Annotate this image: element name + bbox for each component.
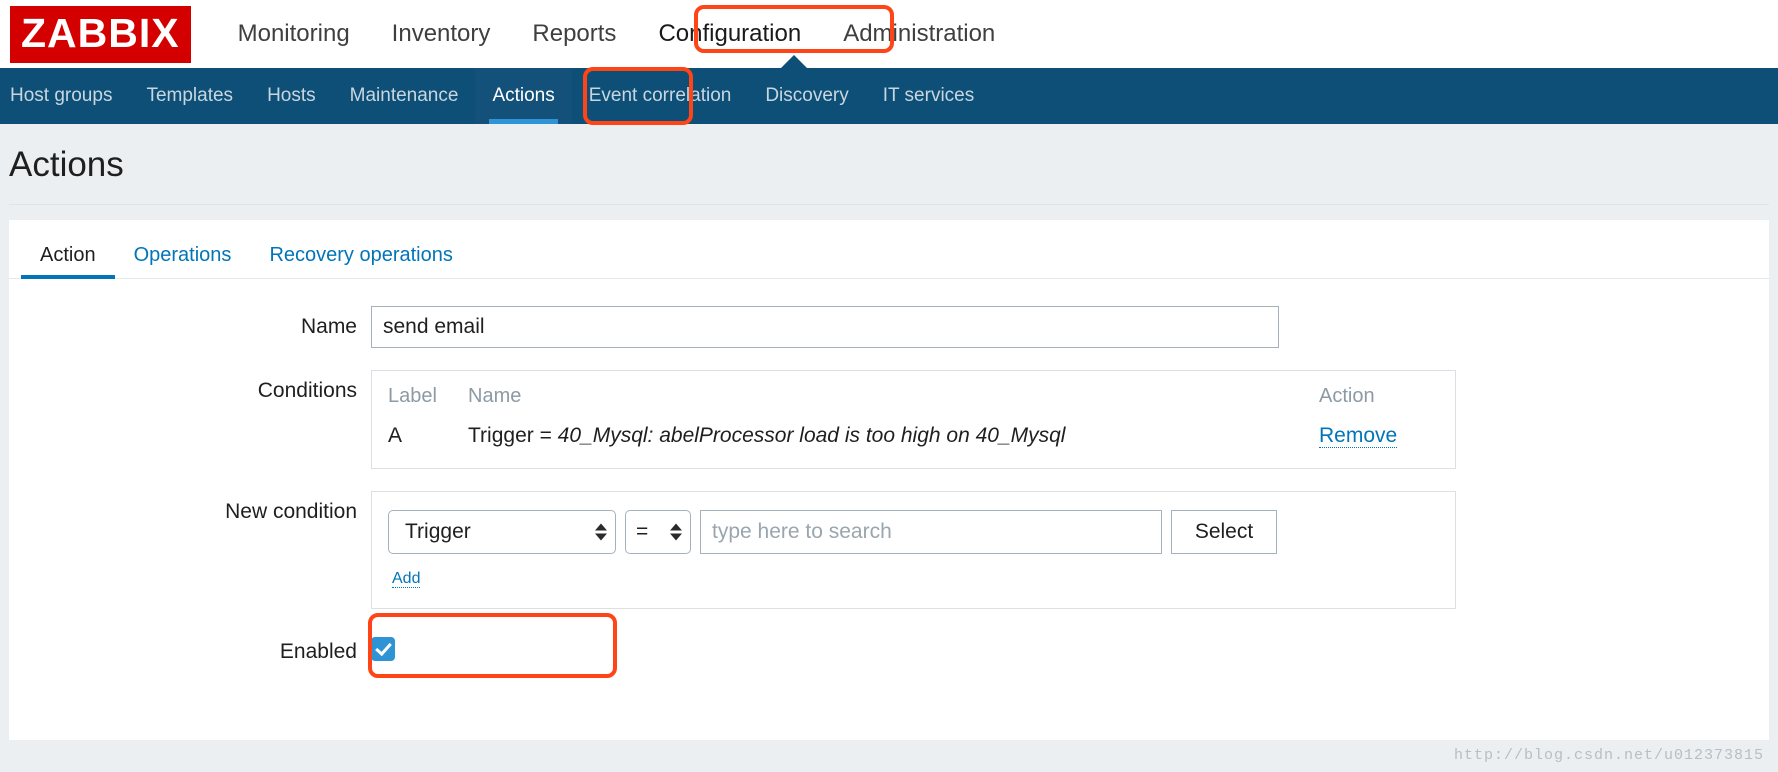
condition-label-cell: A: [388, 423, 403, 447]
subnav-item-hosts[interactable]: Hosts: [250, 68, 333, 124]
name-input[interactable]: [371, 305, 1279, 348]
subnav-item-templates[interactable]: Templates: [129, 68, 250, 124]
action-form: Name Conditions Label Name Action: [9, 279, 1769, 664]
nav-item-monitoring[interactable]: Monitoring: [217, 0, 371, 68]
zabbix-logo[interactable]: ZABBIX: [10, 5, 191, 63]
page-title: Actions: [9, 145, 124, 184]
top-header: ZABBIX Monitoring Inventory Reports Conf…: [0, 0, 1778, 68]
nav-item-inventory[interactable]: Inventory: [371, 0, 512, 68]
table-row: A Trigger = 40_Mysql: abelProcessor load…: [388, 420, 1439, 454]
condition-action-cell: Remove: [1319, 420, 1439, 454]
enabled-label: Enabled: [279, 639, 357, 663]
conditions-header-action: Action: [1319, 384, 1375, 407]
subnav-item-discovery[interactable]: Discovery: [748, 68, 865, 124]
tab-operations[interactable]: Operations: [115, 238, 251, 278]
subnav-item-maintenance[interactable]: Maintenance: [333, 68, 476, 124]
name-label: Name: [300, 314, 357, 338]
page-body: Actions Action Operations Recovery opera…: [0, 124, 1778, 772]
spinner-arrows-icon: [670, 523, 682, 540]
conditions-table: Label Name Action A Trigger = 40_Mysql: …: [388, 383, 1439, 454]
conditions-label: Conditions: [257, 378, 357, 402]
condition-search-input[interactable]: [700, 509, 1162, 554]
main-navigation: Monitoring Inventory Reports Configurati…: [217, 0, 1017, 68]
subnav-item-actions[interactable]: Actions: [475, 68, 572, 124]
enabled-checkbox[interactable]: [371, 636, 395, 661]
subnav-item-it-services[interactable]: IT services: [866, 68, 992, 124]
form-tabs: Action Operations Recovery operations: [9, 220, 1769, 279]
new-condition-label: New condition: [225, 499, 357, 523]
form-row-name: Name: [9, 305, 1769, 348]
select-button[interactable]: Select: [1171, 509, 1277, 554]
form-row-enabled: Enabled: [9, 631, 1769, 664]
nav-item-administration[interactable]: Administration: [822, 0, 1016, 68]
new-condition-controls: Trigger = Select: [388, 509, 1439, 554]
condition-name-cell: Trigger = 40_Mysql: abelProcessor load i…: [468, 420, 1319, 454]
tab-recovery-operations[interactable]: Recovery operations: [250, 238, 471, 278]
title-divider: [9, 203, 1769, 205]
remove-condition-link[interactable]: Remove: [1319, 423, 1398, 448]
condition-type-select[interactable]: Trigger: [388, 509, 616, 554]
form-row-conditions: Conditions Label Name Action A Trigger =…: [9, 369, 1769, 469]
conditions-header-name: Name: [468, 384, 522, 407]
condition-operator-value: =: [636, 519, 649, 543]
conditions-table-container: Label Name Action A Trigger = 40_Mysql: …: [371, 369, 1456, 469]
condition-type-value: Trigger: [405, 519, 471, 543]
conditions-header-row: Label Name Action: [388, 383, 1439, 420]
action-form-card: Action Operations Recovery operations Na…: [9, 219, 1769, 740]
condition-trigger-name: 40_Mysql: abelProcessor load is too high…: [557, 423, 1066, 447]
tab-action[interactable]: Action: [21, 238, 115, 279]
nav-item-reports[interactable]: Reports: [511, 0, 637, 68]
subnav-item-host-groups[interactable]: Host groups: [0, 68, 129, 124]
new-condition-container: Trigger = Select: [371, 490, 1456, 609]
watermark-text: http://blog.csdn.net/u012373815: [1453, 747, 1764, 764]
active-nav-caret-icon: [781, 55, 807, 68]
spinner-arrows-icon: [595, 523, 607, 540]
conditions-header-label: Label: [388, 384, 437, 407]
add-condition-link[interactable]: Add: [392, 569, 421, 588]
condition-expression-prefix: Trigger =: [468, 423, 558, 447]
sub-navigation: Host groups Templates Hosts Maintenance …: [0, 68, 1778, 124]
form-row-new-condition: New condition Trigger = type here to sea…: [9, 490, 1769, 609]
add-condition-wrap: Add: [388, 554, 1439, 588]
condition-operator-select[interactable]: =: [625, 509, 691, 554]
subnav-item-event-correlation[interactable]: Event correlation: [572, 68, 749, 124]
